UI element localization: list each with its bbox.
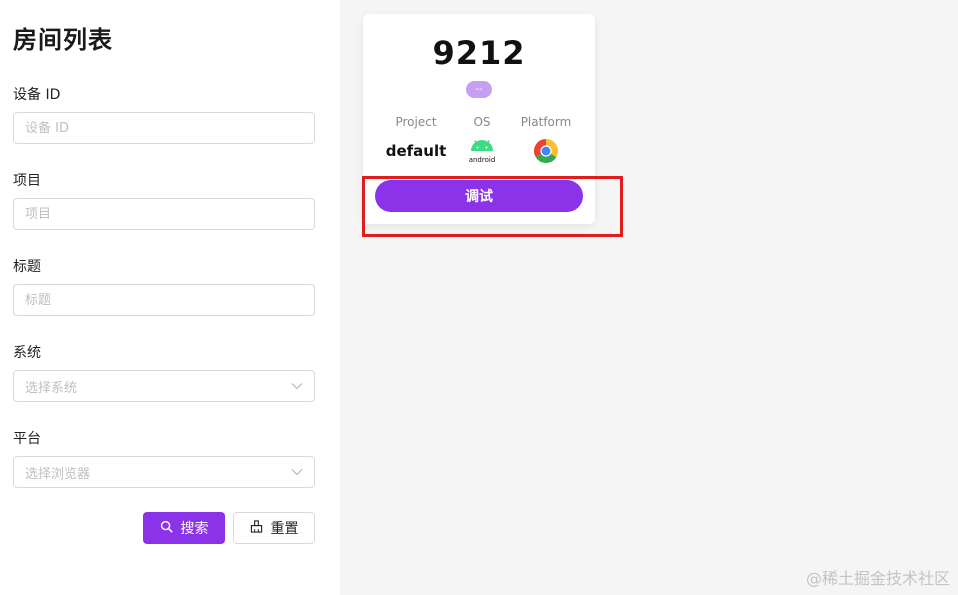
device-id-field[interactable]	[13, 112, 315, 144]
search-icon	[160, 520, 173, 537]
platform-select[interactable]: 选择浏览器	[13, 456, 315, 488]
project-input[interactable]	[25, 206, 303, 222]
page-title: 房间列表	[13, 26, 113, 54]
room-id: 9212	[432, 34, 526, 72]
platform-label: 平台	[13, 431, 41, 447]
highlight-annotation	[362, 176, 623, 237]
title-input[interactable]	[25, 292, 303, 308]
search-button[interactable]: 搜索	[143, 512, 225, 544]
project-column-label: Project	[395, 115, 437, 129]
system-select-placeholder: 选择系统	[25, 380, 78, 396]
project-field[interactable]	[13, 198, 315, 230]
project-label: 项目	[13, 173, 41, 189]
clear-icon	[250, 519, 263, 537]
title-label: 标题	[13, 259, 41, 275]
filter-sidebar: 房间列表 设备 ID 项目 标题 系统 选择系统 平台 选择浏览器 搜索 重置	[0, 0, 340, 595]
device-id-input[interactable]	[25, 120, 303, 136]
project-value: default	[385, 142, 447, 160]
android-icon-text: android	[469, 156, 496, 164]
chevron-down-icon	[291, 466, 303, 478]
platform-select-placeholder: 选择浏览器	[25, 466, 91, 482]
device-id-label: 设备 ID	[13, 87, 61, 103]
system-label: 系统	[13, 345, 41, 361]
title-field[interactable]	[13, 284, 315, 316]
chevron-down-icon	[291, 380, 303, 392]
system-select[interactable]: 选择系统	[13, 370, 315, 402]
platform-column-label: Platform	[520, 115, 572, 129]
search-button-label: 搜索	[180, 521, 209, 537]
chrome-icon	[511, 138, 581, 164]
android-icon: android	[447, 138, 517, 164]
os-column-label: OS	[473, 115, 491, 129]
watermark: @稀土掘金技术社区	[805, 569, 950, 588]
reset-button-label: 重置	[270, 521, 299, 537]
reset-button[interactable]: 重置	[233, 512, 315, 544]
status-badge: --	[466, 81, 492, 98]
